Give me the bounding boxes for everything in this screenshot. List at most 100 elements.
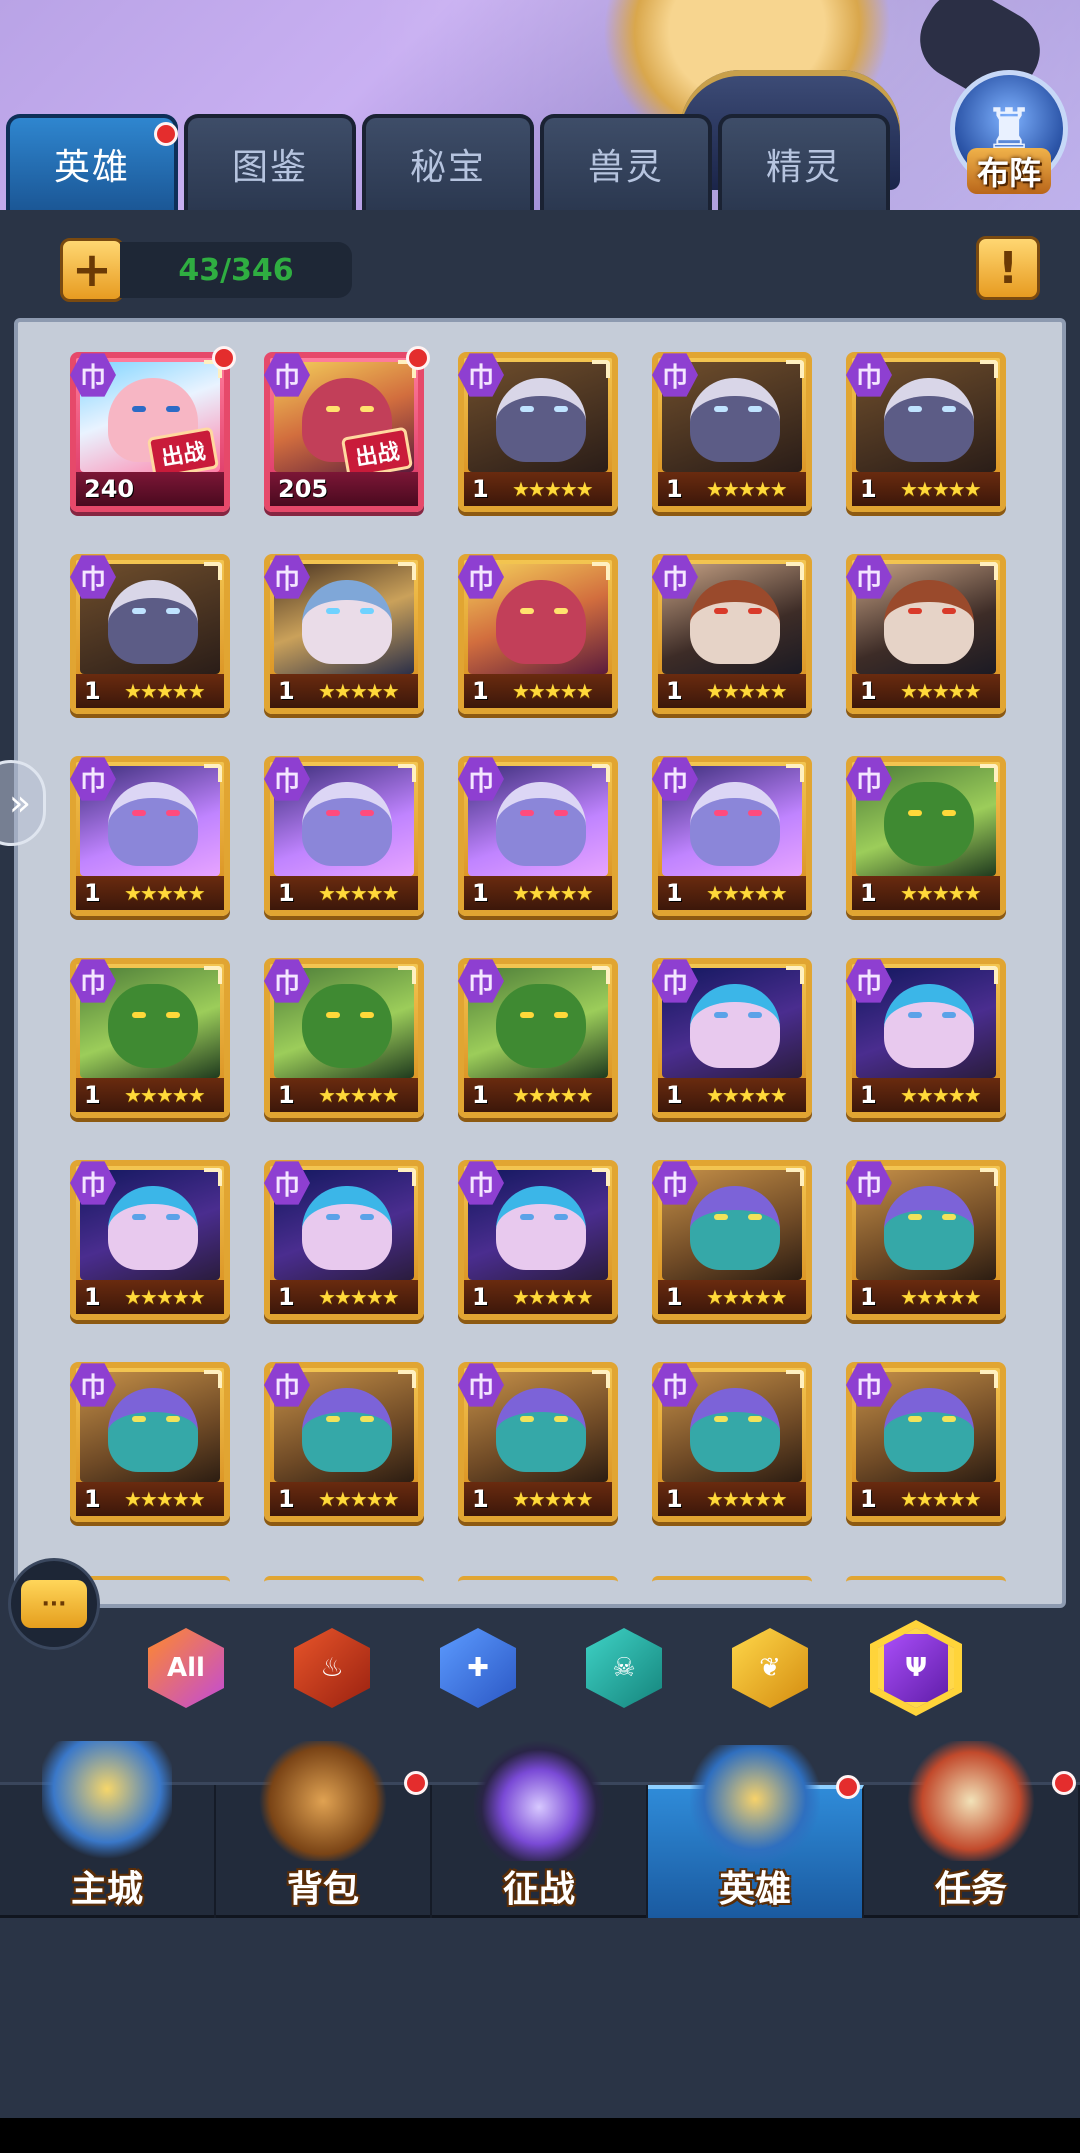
hero-eye: [908, 1214, 922, 1220]
info-button[interactable]: !: [976, 236, 1040, 300]
hero-card[interactable]: 巾 1 ★★★★★: [652, 1160, 812, 1320]
tab-beast-spirit[interactable]: 兽灵: [540, 114, 712, 210]
chat-button[interactable]: ···: [8, 1558, 100, 1650]
hero-eye: [520, 1214, 534, 1220]
star-rating-icon: ★★★★★: [900, 1083, 982, 1107]
hero-card[interactable]: 巾 1 ★★★★★: [70, 958, 230, 1118]
card-corner-ornament: [204, 562, 222, 580]
hero-card[interactable]: 巾出战 205: [264, 346, 430, 512]
filter-all-icon: All: [148, 1628, 224, 1708]
hero-card[interactable]: 巾 1 ★★★★★: [458, 352, 618, 512]
hero-info-bar: 1 ★★★★★: [658, 1280, 806, 1314]
card-corner-ornament: [786, 1168, 804, 1186]
hero-card[interactable]: 巾 1 ★★★★★: [70, 756, 230, 916]
hero-card[interactable]: 巾 1 ★★★★★: [846, 1362, 1006, 1522]
hero-card[interactable]: 巾出战 240: [70, 346, 236, 512]
hero-level: 1: [472, 1081, 489, 1109]
hero-card[interactable]: 巾 1 ★★★★★: [458, 1362, 618, 1522]
card-corner-ornament: [592, 1370, 610, 1388]
footer-spacer: [0, 1918, 1080, 2118]
hero-eye: [554, 1416, 568, 1422]
hero-eye: [942, 406, 956, 412]
hero-info-bar: 1 ★★★★★: [76, 1482, 224, 1516]
hero-card[interactable]: 巾 1 ★★★★★: [458, 756, 618, 916]
nav-label: 任务: [934, 1869, 1007, 1910]
nav-main-city[interactable]: 主城: [0, 1741, 216, 1918]
hero-card[interactable]: 巾 1 ★★★★★: [264, 554, 424, 714]
hero-level: 1: [666, 879, 683, 907]
hero-card[interactable]: 巾 1 ★★★★★: [652, 554, 812, 714]
hero-face: [884, 782, 974, 866]
nav-label: 背包: [286, 1869, 359, 1910]
tab-heroes[interactable]: 英雄: [6, 114, 178, 210]
hero-face: [496, 580, 586, 664]
hero-level: 1: [278, 1081, 295, 1109]
nav-quests[interactable]: 任务: [864, 1741, 1080, 1918]
star-rating-icon: ★★★★★: [900, 881, 982, 905]
star-rating-icon: ★★★★★: [706, 1487, 788, 1511]
hero-card[interactable]: 巾 1 ★★★★★: [70, 1160, 230, 1320]
card-corner-ornament: [980, 360, 998, 378]
tab-sprite[interactable]: 精灵: [718, 114, 890, 210]
hero-level: 1: [860, 1485, 877, 1513]
hero-card[interactable]: 巾 1 ★★★★★: [458, 958, 618, 1118]
hero-eye: [132, 1012, 146, 1018]
hero-card[interactable]: 巾 1 ★★★★★: [846, 352, 1006, 512]
hero-card[interactable]: 巾 1 ★★★★★: [70, 1362, 230, 1522]
tab-treasure[interactable]: 秘宝: [362, 114, 534, 210]
expand-capacity-button[interactable]: +: [60, 238, 124, 302]
star-rating-icon: ★★★★★: [512, 1083, 594, 1107]
tab-label: 兽灵: [587, 147, 664, 188]
hero-card[interactable]: 巾 1 ★★★★★: [70, 554, 230, 714]
hero-card[interactable]: 巾 1 ★★★★★: [264, 958, 424, 1118]
filter-holy[interactable]: ✚: [440, 1628, 516, 1708]
formation-button[interactable]: ♜ 布阵: [944, 70, 1074, 210]
hero-list-panel: + 43/346 ! 巾出战 240 巾出战 205 巾 1 ★★★★★ 巾 1 ★★★★★ 巾 1 ★…: [0, 210, 1080, 1782]
filter-undead[interactable]: ☠: [586, 1628, 662, 1708]
hero-card[interactable]: 巾 1 ★★★★★: [458, 1160, 618, 1320]
nav-heroes[interactable]: 英雄: [648, 1745, 864, 1918]
hero-eye: [166, 608, 180, 614]
hero-card[interactable]: 巾 1 ★★★★★: [264, 1362, 424, 1522]
card-corner-ornament: [204, 1168, 222, 1186]
hero-info-bar: 1 ★★★★★: [464, 674, 612, 708]
chat-bubble-icon: ···: [21, 1580, 87, 1628]
filter-all[interactable]: All: [148, 1628, 224, 1708]
hero-grid-container[interactable]: 巾出战 240 巾出战 205 巾 1 ★★★★★ 巾 1 ★★★★★ 巾 1 ★★★★★ 巾 1 ★★★★★…: [14, 318, 1066, 1608]
hero-info-bar: 1 ★★★★★: [76, 1280, 224, 1314]
hero-card[interactable]: 巾 1 ★★★★★: [652, 958, 812, 1118]
hero-card[interactable]: 巾 1 ★★★★★: [458, 554, 618, 714]
star-rating-icon: ★★★★★: [124, 1487, 206, 1511]
star-rating-icon: ★★★★★: [900, 679, 982, 703]
hero-level: 205: [278, 475, 329, 503]
nav-backpack[interactable]: 背包: [216, 1741, 432, 1918]
hero-card[interactable]: 巾 1 ★★★★★: [264, 1160, 424, 1320]
filter-fire[interactable]: ♨: [294, 1628, 370, 1708]
card-corner-ornament: [786, 966, 804, 984]
hero-card[interactable]: 巾 1 ★★★★★: [652, 1362, 812, 1522]
hero-info-bar: 1 ★★★★★: [270, 1280, 418, 1314]
hero-card[interactable]: 巾 1 ★★★★★: [652, 352, 812, 512]
hero-eye: [132, 1214, 146, 1220]
star-rating-icon: ★★★★★: [512, 881, 594, 905]
hero-eye: [326, 406, 340, 412]
hero-level: 1: [666, 1283, 683, 1311]
nav-campaign[interactable]: 征战: [432, 1741, 648, 1918]
hero-card[interactable]: 巾 1 ★★★★★: [264, 756, 424, 916]
filter-dark[interactable]: Ψ: [878, 1628, 954, 1708]
dragon-portal-icon: [474, 1741, 604, 1861]
filter-nature[interactable]: ❦: [732, 1628, 808, 1708]
hero-eye: [166, 1416, 180, 1422]
hero-eye: [554, 810, 568, 816]
hero-card[interactable]: 巾 1 ★★★★★: [846, 1160, 1006, 1320]
hero-card[interactable]: 巾 1 ★★★★★: [846, 554, 1006, 714]
card-corner-ornament: [592, 360, 610, 378]
hero-info-bar: 1 ★★★★★: [464, 1482, 612, 1516]
hero-card[interactable]: 巾 1 ★★★★★: [846, 958, 1006, 1118]
tab-codex[interactable]: 图鉴: [184, 114, 356, 210]
card-corner-ornament: [980, 1370, 998, 1388]
hero-info-bar: 1 ★★★★★: [658, 1078, 806, 1112]
hero-card[interactable]: 巾 1 ★★★★★: [846, 756, 1006, 916]
hero-card[interactable]: 巾 1 ★★★★★: [652, 756, 812, 916]
tab-label: 精灵: [765, 147, 842, 188]
